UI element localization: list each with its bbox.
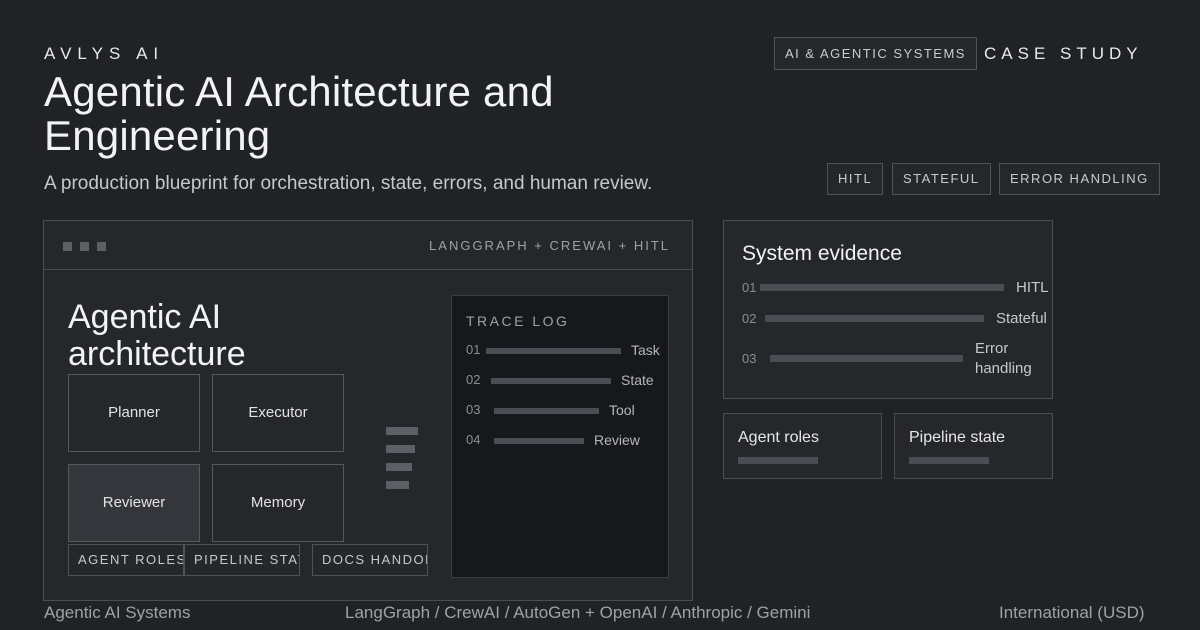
card-pipeline-state: Pipeline state (894, 413, 1053, 479)
node-reviewer: Reviewer (68, 464, 200, 542)
card-bar (738, 457, 818, 464)
tag-hitl: HITL (827, 163, 884, 195)
card-label: Agent roles (738, 429, 819, 446)
window-dot-icon (63, 242, 72, 251)
trace-row: 04 Review (466, 432, 666, 450)
window-dot-icon (97, 242, 106, 251)
card-label: Pipeline state (909, 429, 1006, 446)
trace-log: TRACE LOG 01 Task 02 State 03 Tool 04 Re… (451, 295, 669, 578)
evidence-row-bar (770, 355, 963, 362)
evidence-row-number: 01 (742, 280, 757, 295)
evidence-row: 01 HITL (742, 279, 1052, 301)
list-line-icon (386, 445, 415, 453)
evidence-row-label: Stateful (996, 310, 1047, 327)
trace-row-number: 04 (466, 432, 481, 447)
tag-docs-handoff: DOCS HANDOFF (312, 544, 428, 576)
tag-agent-roles: AGENT ROLES (68, 544, 184, 576)
trace-row-bar (486, 348, 621, 354)
trace-row-number: 01 (466, 342, 481, 357)
list-line-icon (386, 427, 418, 435)
panel-title: Agentic AI architecture (68, 298, 246, 373)
trace-row: 02 State (466, 372, 666, 390)
evidence-row: 03 Error handling (742, 339, 1052, 381)
system-evidence-panel: System evidence 01 HITL 02 Stateful 03 E… (723, 220, 1053, 399)
tag-pipeline-state: PIPELINE STATE (184, 544, 300, 576)
node-executor: Executor (212, 374, 344, 452)
node-planner: Planner (68, 374, 200, 452)
trace-row-number: 03 (466, 402, 481, 417)
brand-name: AVLYS AI (44, 44, 165, 63)
footer-region: International (USD) (999, 603, 1145, 622)
evidence-row-bar (760, 284, 1004, 291)
card-bar (909, 457, 989, 464)
list-line-icon (386, 481, 409, 489)
trace-row-bar (491, 378, 611, 384)
case-study-label: CASE STUDY (984, 44, 1143, 63)
trace-row-bar (494, 438, 584, 444)
panel-header: LANGGRAPH + CREWAI + HITL (44, 221, 692, 270)
list-line-icon (386, 463, 412, 471)
trace-row-label: Review (594, 432, 640, 448)
evidence-row-label: Error handling (975, 340, 1032, 377)
category-badge: AI & AGENTIC SYSTEMS (774, 37, 977, 70)
evidence-row-number: 03 (742, 351, 757, 366)
footer-frameworks: LangGraph / CrewAI / AutoGen + OpenAI / … (345, 603, 811, 622)
trace-row: 03 Tool (466, 402, 666, 420)
trace-row: 01 Task (466, 342, 666, 360)
window-dot-icon (80, 242, 89, 251)
trace-row-label: Tool (609, 402, 635, 418)
footer-left: Agentic AI Systems (44, 603, 191, 622)
page-title: Agentic AI Architecture and Engineering (44, 68, 554, 159)
node-memory: Memory (212, 464, 344, 542)
trace-row-label: State (621, 372, 654, 388)
trace-row-label: Task (631, 342, 660, 358)
system-evidence-title: System evidence (742, 242, 902, 265)
evidence-row-label: HITL (1016, 279, 1049, 296)
trace-log-title: TRACE LOG (466, 313, 570, 329)
panel-header-label: LANGGRAPH + CREWAI + HITL (429, 238, 670, 253)
page-subtitle: A production blueprint for orchestration… (44, 173, 653, 194)
evidence-row-number: 02 (742, 311, 757, 326)
tag-stateful: STATEFUL (892, 163, 991, 195)
trace-row-number: 02 (466, 372, 481, 387)
card-agent-roles: Agent roles (723, 413, 882, 479)
tag-error-handling: ERROR HANDLING (999, 163, 1160, 195)
evidence-row: 02 Stateful (742, 310, 1052, 332)
evidence-row-bar (765, 315, 984, 322)
trace-row-bar (494, 408, 599, 414)
architecture-panel: LANGGRAPH + CREWAI + HITL Agentic AI arc… (43, 220, 693, 601)
